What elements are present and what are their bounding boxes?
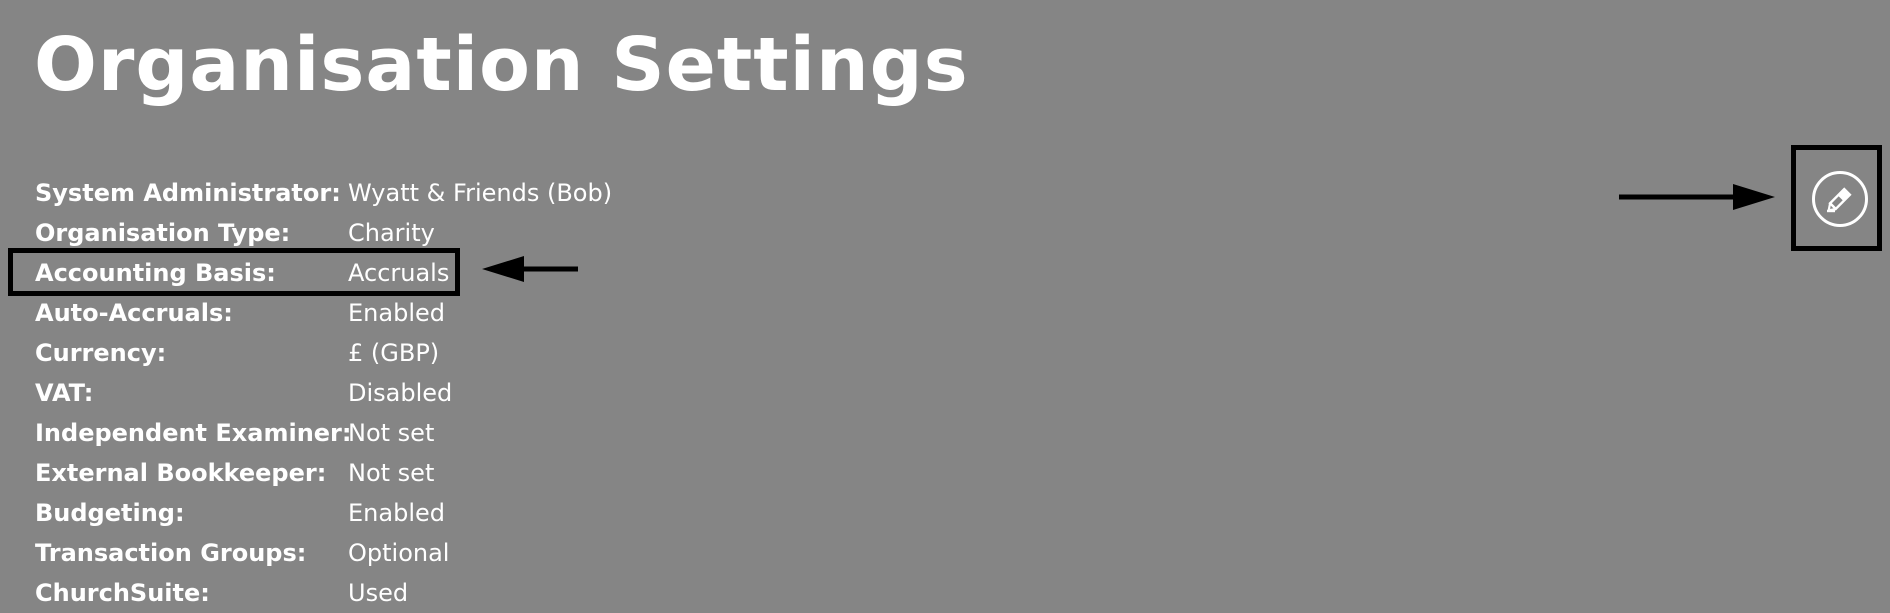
settings-value: Used	[348, 579, 409, 607]
arrow-icon	[1619, 184, 1775, 210]
settings-value: Enabled	[348, 299, 445, 327]
settings-value: Not set	[348, 459, 435, 487]
settings-label: VAT:	[35, 379, 94, 407]
settings-label: Organisation Type:	[35, 219, 291, 247]
settings-label: Transaction Groups:	[35, 539, 307, 567]
settings-label: Independent Examiner:	[35, 419, 352, 447]
settings-value: Not set	[348, 419, 435, 447]
settings-label: Auto-Accruals:	[35, 299, 233, 327]
edit-button[interactable]	[1812, 171, 1868, 227]
settings-value: Disabled	[348, 379, 453, 407]
settings-label: External Bookkeeper:	[35, 459, 327, 487]
settings-label: System Administrator:	[35, 179, 341, 207]
page-title: Organisation Settings	[34, 22, 969, 108]
settings-value: £ (GBP)	[348, 339, 440, 367]
settings-label: Budgeting:	[35, 499, 185, 527]
settings-value: Wyatt & Friends (Bob)	[348, 179, 613, 207]
arrow-icon	[482, 256, 578, 282]
edit-pencil-icon	[1827, 187, 1852, 213]
settings-label: ChurchSuite:	[35, 579, 210, 607]
settings-value: Enabled	[348, 499, 445, 527]
settings-value: Optional	[348, 539, 450, 567]
settings-value: Charity	[348, 219, 435, 247]
highlight-box-accounting-basis	[8, 248, 460, 296]
settings-label: Currency:	[35, 339, 167, 367]
